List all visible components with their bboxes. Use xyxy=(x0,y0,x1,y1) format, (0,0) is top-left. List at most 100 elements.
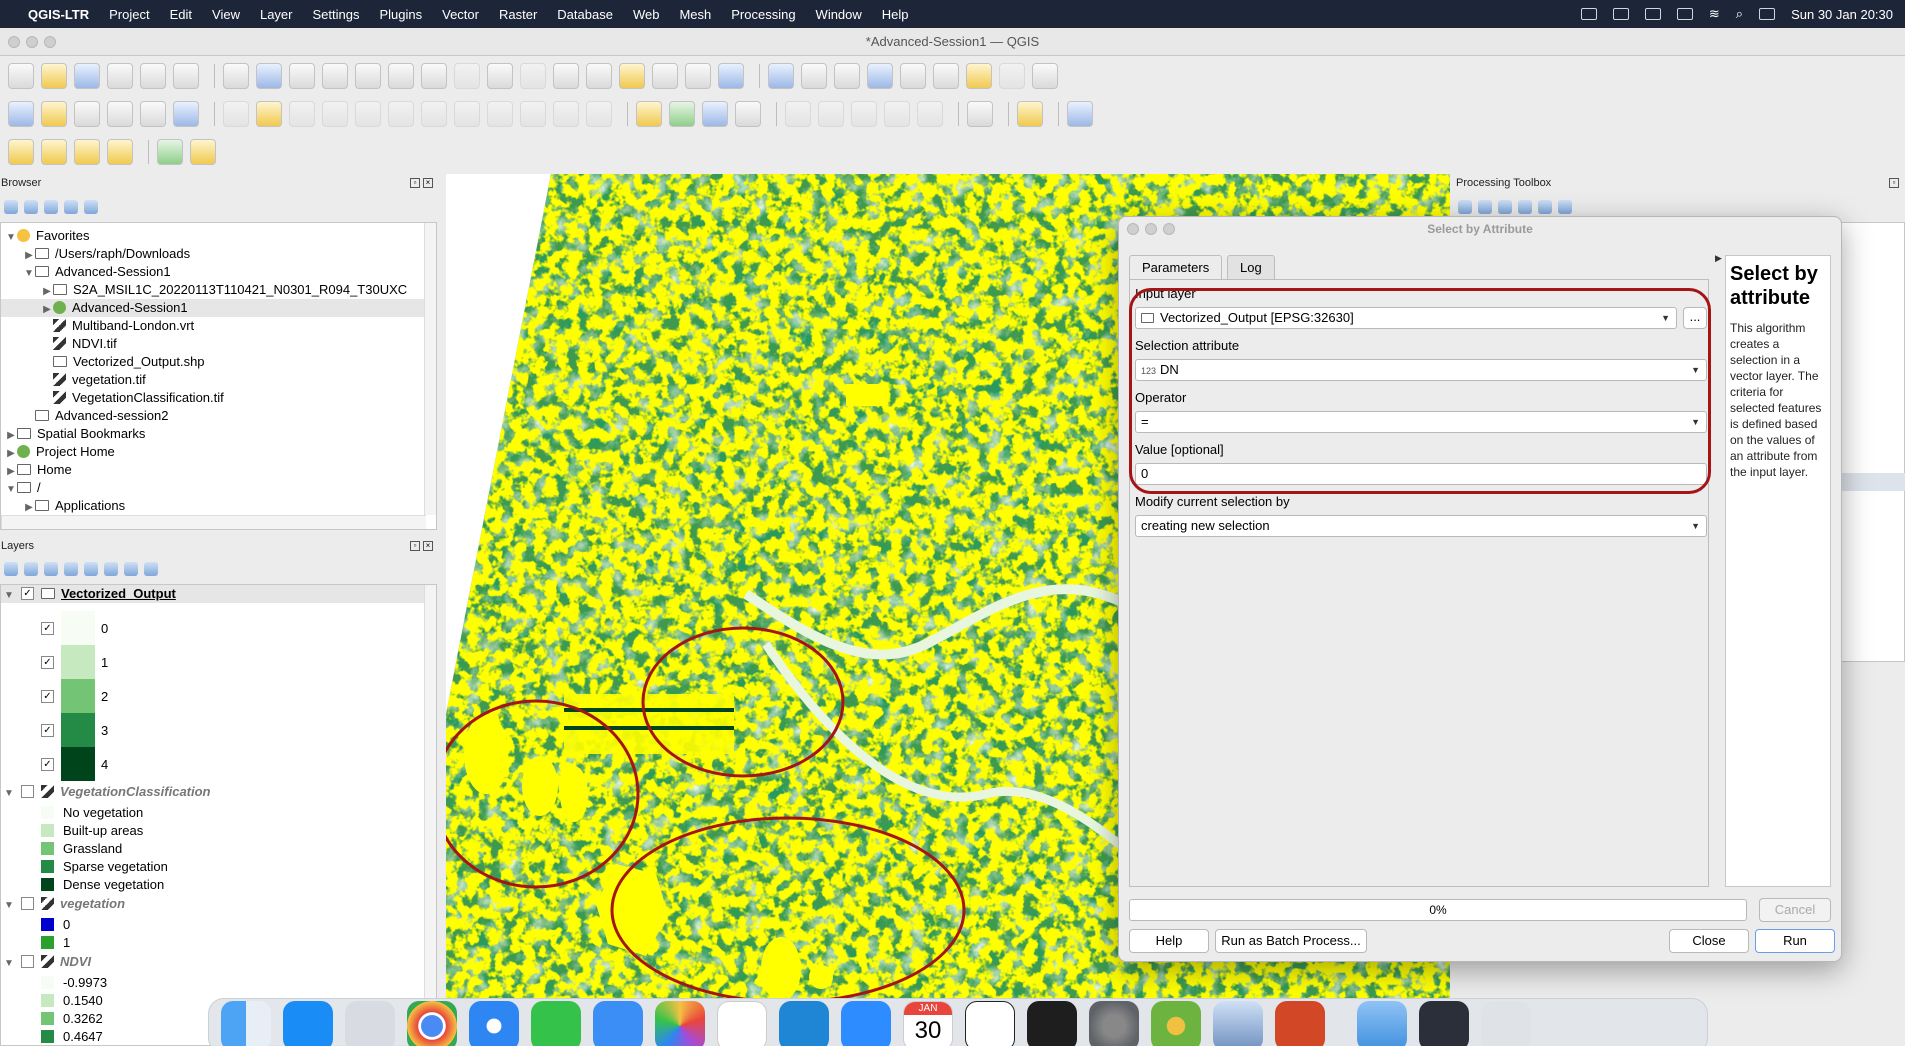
browser-item[interactable]: VegetationClassification.tif xyxy=(1,389,426,407)
info-icon[interactable] xyxy=(84,200,98,214)
calendar-icon[interactable]: JAN 30 xyxy=(903,1001,953,1046)
layer-vegetation[interactable]: ▼ vegetation xyxy=(1,895,426,913)
expand-arrow-icon[interactable]: ▼ xyxy=(3,897,15,915)
diagram-tool-icon[interactable] xyxy=(669,101,695,127)
new-bookmark-icon[interactable] xyxy=(619,63,645,89)
results-viewer-icon[interactable] xyxy=(1518,200,1532,214)
menu-help[interactable]: Help xyxy=(882,7,909,22)
layer-visibility-checkbox[interactable] xyxy=(21,785,34,798)
browser-item[interactable]: ▶ Spatial Bookmarks xyxy=(1,425,426,443)
grass-tools-icon[interactable] xyxy=(157,139,183,165)
flag-icon[interactable] xyxy=(1612,8,1629,20)
pan-icon[interactable] xyxy=(223,63,249,89)
system-preferences-icon[interactable] xyxy=(1089,1001,1139,1046)
browser-item[interactable]: ▼ Favorites xyxy=(1,227,426,245)
save-project-icon[interactable] xyxy=(74,63,100,89)
layer-ndvi[interactable]: ▼ NDVI xyxy=(1,953,426,971)
tab-parameters[interactable]: Parameters xyxy=(1129,255,1223,279)
layer-vectorized[interactable]: ▼ ✓ Vectorized_Output xyxy=(1,585,426,603)
new-project-icon[interactable] xyxy=(8,63,34,89)
temporal-controller-icon[interactable] xyxy=(685,63,711,89)
modify-selection-select[interactable]: creating new selection ▼ xyxy=(1135,515,1707,537)
play-icon[interactable] xyxy=(1644,8,1661,20)
close-panel-icon[interactable]: × xyxy=(423,178,433,188)
copy-features-icon[interactable] xyxy=(487,101,513,127)
browser-item[interactable]: ▶/Users/raph/Downloads xyxy=(1,245,426,263)
zoom-next-icon[interactable] xyxy=(520,63,546,89)
menu-mesh[interactable]: Mesh xyxy=(679,7,711,22)
browser-item[interactable]: ▼ Advanced-Session1 xyxy=(1,263,426,281)
powerpoint-icon[interactable] xyxy=(1275,1001,1325,1046)
add-vector-layer-icon[interactable] xyxy=(74,101,100,127)
current-edits-icon[interactable] xyxy=(223,101,249,127)
expand-arrow-icon[interactable]: ▼ xyxy=(3,785,15,803)
style-manager-icon[interactable] xyxy=(173,63,199,89)
browser-item[interactable]: ▶ Project Home xyxy=(1,443,426,461)
zoom-window-button[interactable] xyxy=(44,36,56,48)
display-icon[interactable] xyxy=(1580,8,1597,20)
show-hide-labels-icon[interactable] xyxy=(735,101,761,127)
remove-layer-icon[interactable] xyxy=(144,562,158,576)
paste-features-icon[interactable] xyxy=(520,101,546,127)
facetime-icon[interactable] xyxy=(531,1001,581,1046)
menu-settings[interactable]: Settings xyxy=(313,7,360,22)
expand-arrow-icon[interactable]: ▼ xyxy=(3,955,15,973)
new-3d-view-icon[interactable] xyxy=(586,63,612,89)
app-store-icon[interactable] xyxy=(283,1001,333,1046)
browser-item[interactable]: ▶ S2A_MSIL1C_20220113T110421_N0301_R094_T… xyxy=(1,281,426,299)
close-panel-icon[interactable]: × xyxy=(423,541,433,551)
edit-features-in-place-icon[interactable] xyxy=(1538,200,1552,214)
save-edits-icon[interactable] xyxy=(289,101,315,127)
move-diagram-icon[interactable] xyxy=(884,101,910,127)
select-by-location-icon[interactable] xyxy=(107,139,133,165)
collapse-help-icon[interactable]: ▶ xyxy=(1715,253,1722,264)
cut-features-icon[interactable] xyxy=(454,101,480,127)
change-label-icon[interactable] xyxy=(851,101,877,127)
safari-icon[interactable] xyxy=(469,1001,519,1046)
new-print-layout-icon[interactable] xyxy=(107,63,133,89)
browser-item[interactable]: ▶ Home xyxy=(1,461,426,479)
float-panel-icon[interactable]: ▫ xyxy=(410,178,420,188)
style-panel-icon[interactable] xyxy=(4,562,18,576)
class-visibility-checkbox[interactable]: ✓ xyxy=(41,757,54,771)
search-icon[interactable]: ⌕ xyxy=(1736,6,1743,22)
menu-view[interactable]: View xyxy=(212,7,240,22)
undo-icon[interactable] xyxy=(553,101,579,127)
label-tool-icon[interactable] xyxy=(636,101,662,127)
downloads-folder-icon[interactable] xyxy=(1357,1001,1407,1046)
filter-expression-icon[interactable] xyxy=(84,562,98,576)
wifi-icon[interactable]: ≋ xyxy=(1709,6,1720,22)
statistics-icon[interactable] xyxy=(900,63,926,89)
float-panel-icon[interactable]: ▫ xyxy=(1889,178,1899,188)
class-visibility-checkbox[interactable]: ✓ xyxy=(41,655,54,669)
filter-icon[interactable] xyxy=(44,200,58,214)
finder-icon[interactable] xyxy=(221,1001,271,1046)
add-delimited-text-icon[interactable] xyxy=(107,101,133,127)
zoom-full-icon[interactable] xyxy=(355,63,381,89)
new-geopackage-icon[interactable] xyxy=(41,101,67,127)
layer-visibility-checkbox[interactable]: ✓ xyxy=(21,587,34,600)
layer-visibility-checkbox[interactable] xyxy=(21,955,34,968)
menu-project[interactable]: Project xyxy=(109,7,149,22)
deselect-features-icon[interactable] xyxy=(74,139,100,165)
map-tips-icon[interactable] xyxy=(966,63,992,89)
browser-item[interactable]: ▼ / xyxy=(1,479,426,497)
redo-icon[interactable] xyxy=(586,101,612,127)
control-center-icon[interactable] xyxy=(1759,8,1776,20)
clock[interactable]: Sun 30 Jan 20:30 xyxy=(1791,7,1893,22)
minimize-window-button[interactable] xyxy=(26,36,38,48)
help-button[interactable]: Help xyxy=(1129,929,1209,953)
add-selected-layers-icon[interactable] xyxy=(4,200,18,214)
collapse-all-icon[interactable] xyxy=(124,562,138,576)
zoom-native-icon[interactable] xyxy=(454,63,480,89)
toolbox-selected-row[interactable] xyxy=(1841,473,1905,491)
menu-window[interactable]: Window xyxy=(816,7,862,22)
toggle-editing-icon[interactable] xyxy=(256,101,282,127)
layer-vegclass[interactable]: ▼ VegetationClassification xyxy=(1,783,426,801)
chrome-icon[interactable] xyxy=(407,1001,457,1046)
preview-icon[interactable] xyxy=(1213,1001,1263,1046)
move-label-icon[interactable] xyxy=(785,101,811,127)
refresh-icon[interactable] xyxy=(718,63,744,89)
toolbox-tree[interactable] xyxy=(1840,222,1905,662)
help-icon[interactable] xyxy=(1067,101,1093,127)
